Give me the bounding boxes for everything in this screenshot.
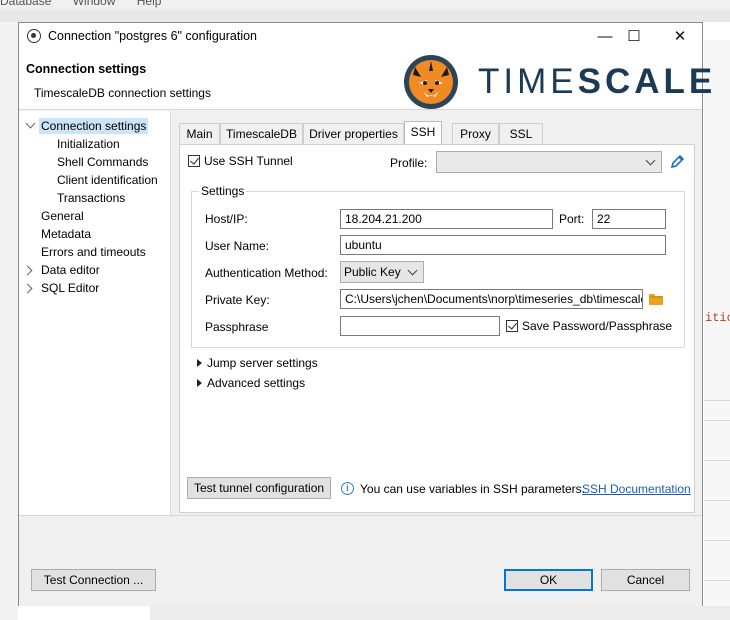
use-ssh-tunnel-label: Use SSH Tunnel: [204, 154, 293, 168]
auth-method-label: Authentication Method:: [205, 266, 328, 280]
ssh-documentation-link[interactable]: SSH Documentation: [582, 482, 691, 496]
tree-item-shell-commands[interactable]: Shell Commands: [57, 154, 148, 170]
host-input[interactable]: 18.204.21.200: [340, 209, 553, 229]
tree-item-general[interactable]: General: [41, 208, 84, 224]
cancel-button[interactable]: Cancel: [601, 569, 690, 591]
tab-ssl[interactable]: SSL: [499, 123, 543, 144]
test-tunnel-button[interactable]: Test tunnel configuration: [187, 477, 331, 499]
tree-item-metadata[interactable]: Metadata: [41, 226, 91, 242]
brand-light: TIME: [478, 62, 578, 101]
connection-config-dialog: Connection "postgres 6" configuration — …: [18, 22, 712, 606]
info-icon: i: [341, 482, 354, 495]
maximize-icon[interactable]: ☐: [619, 25, 649, 49]
private-key-input[interactable]: C:\Users\jchen\Documents\norp\timeseries…: [340, 289, 643, 309]
chevron-right-icon[interactable]: [22, 283, 33, 294]
host-label: Host/IP:: [205, 212, 248, 226]
port-label: Port:: [559, 212, 585, 226]
tab-main[interactable]: Main: [179, 123, 220, 144]
title-bar[interactable]: Connection "postgres 6" configuration — …: [19, 23, 702, 51]
tree-item-client-identification[interactable]: Client identification: [57, 172, 158, 188]
bg-menu-database: Database: [0, 0, 52, 8]
auth-method-value: Public Key: [344, 265, 401, 279]
tab-timescaledb[interactable]: TimescaleDB: [220, 123, 303, 144]
user-name-label: User Name:: [205, 239, 270, 253]
dbeaver-app-icon: [27, 29, 41, 43]
bg-menu-help: Help: [136, 0, 162, 8]
tree-item-data-editor[interactable]: Data editor: [41, 262, 100, 278]
private-key-label: Private Key:: [205, 293, 270, 307]
user-name-input[interactable]: ubuntu: [340, 235, 666, 255]
timescale-tiger-logo-icon: [404, 55, 458, 109]
save-password-checkbox[interactable]: [506, 320, 518, 332]
passphrase-input[interactable]: [340, 316, 500, 336]
save-password-label: Save Password/Passphrase: [522, 319, 673, 333]
tree-item-sql-editor[interactable]: SQL Editor: [41, 280, 99, 296]
folder-icon[interactable]: [648, 292, 664, 306]
tab-proxy[interactable]: Proxy: [452, 123, 499, 144]
background-bottom-bar: [150, 606, 730, 620]
settings-tree: Connection settings Initialization Shell…: [19, 111, 171, 515]
profile-select[interactable]: [436, 151, 662, 173]
expand-arrow-icon[interactable]: [197, 379, 202, 387]
background-app-topbar: Database Window Help: [0, 0, 730, 22]
profile-label: Profile:: [390, 156, 428, 170]
chevron-down-icon[interactable]: [25, 118, 36, 129]
ok-button[interactable]: OK: [504, 569, 593, 591]
tree-item-initialization[interactable]: Initialization: [57, 136, 120, 152]
use-ssh-tunnel-checkbox[interactable]: [188, 155, 200, 167]
auth-method-select[interactable]: Public Key: [340, 261, 424, 283]
expand-arrow-icon[interactable]: [197, 359, 202, 367]
passphrase-label: Passphrase: [205, 320, 269, 334]
header-subtitle: TimescaleDB connection settings: [34, 86, 211, 100]
tab-driver-properties[interactable]: Driver properties: [303, 123, 404, 144]
jump-server-settings[interactable]: Jump server settings: [207, 356, 318, 370]
dialog-header: Connection settings TimescaleDB connecti…: [19, 51, 712, 110]
background-right-panel: [704, 40, 730, 620]
chevron-down-icon: [645, 155, 656, 166]
advanced-settings[interactable]: Advanced settings: [207, 376, 305, 390]
close-icon[interactable]: ✕: [665, 25, 695, 49]
tab-ssh[interactable]: SSH: [404, 121, 442, 145]
background-left-panel: [0, 22, 18, 620]
ssh-variables-info: You can use variables in SSH parameters.: [360, 482, 586, 496]
background-editor-text: itio: [705, 311, 730, 325]
minimize-icon[interactable]: —: [590, 25, 620, 49]
dialog-footer: Test Connection ... OK Cancel: [19, 515, 702, 606]
header-title: Connection settings: [26, 62, 147, 76]
tree-item-errors-timeouts[interactable]: Errors and timeouts: [41, 244, 146, 260]
background-menu: Database Window Help: [0, 0, 179, 8]
window-title: Connection "postgres 6" configuration: [48, 29, 258, 43]
chevron-down-icon: [407, 265, 418, 276]
edit-pencil-icon[interactable]: [669, 154, 685, 170]
settings-group-title: Settings: [199, 184, 247, 198]
tree-item-transactions[interactable]: Transactions: [57, 190, 125, 206]
chevron-right-icon[interactable]: [22, 265, 33, 276]
test-connection-button[interactable]: Test Connection ...: [31, 569, 156, 591]
background-toolbar: [0, 10, 730, 22]
tree-item-connection-settings[interactable]: Connection settings: [39, 118, 149, 134]
timescale-brand-text: TIMESCALE: [478, 62, 716, 102]
bg-menu-window: Window: [72, 0, 116, 8]
port-input[interactable]: 22: [592, 209, 666, 229]
brand-bold: SCALE: [577, 62, 717, 101]
